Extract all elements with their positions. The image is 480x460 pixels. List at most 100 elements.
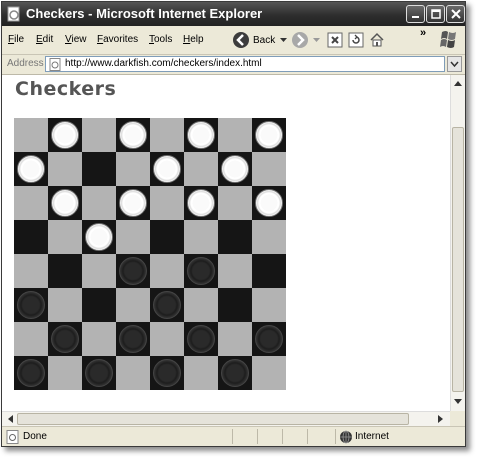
board-square[interactable] xyxy=(14,322,48,356)
board-square[interactable] xyxy=(252,288,286,322)
black-checker-piece[interactable] xyxy=(119,325,147,353)
board-square[interactable] xyxy=(82,118,116,152)
board-square[interactable] xyxy=(184,220,218,254)
board-square[interactable] xyxy=(48,356,82,390)
scroll-right-button[interactable] xyxy=(434,412,448,426)
board-square[interactable] xyxy=(252,322,286,356)
board-square[interactable] xyxy=(14,356,48,390)
title-bar[interactable]: Checkers - Microsoft Internet Explorer xyxy=(2,2,465,26)
board-square[interactable] xyxy=(252,152,286,186)
board-square[interactable] xyxy=(184,288,218,322)
menu-view[interactable]: View xyxy=(65,34,87,45)
board-square[interactable] xyxy=(82,186,116,220)
board-square[interactable] xyxy=(48,254,82,288)
board-square[interactable] xyxy=(14,152,48,186)
vertical-scroll-thumb[interactable] xyxy=(452,127,464,392)
board-square[interactable] xyxy=(218,118,252,152)
board-square[interactable] xyxy=(218,152,252,186)
board-square[interactable] xyxy=(48,186,82,220)
black-checker-piece[interactable] xyxy=(119,257,147,285)
board-square[interactable] xyxy=(252,186,286,220)
board-square[interactable] xyxy=(218,356,252,390)
board-square[interactable] xyxy=(218,220,252,254)
menu-file[interactable]: File xyxy=(8,34,24,45)
horizontal-scrollbar[interactable] xyxy=(2,411,450,427)
home-button[interactable] xyxy=(369,31,385,49)
black-checker-piece[interactable] xyxy=(85,359,113,387)
checkers-board[interactable] xyxy=(14,118,286,390)
black-checker-piece[interactable] xyxy=(17,359,45,387)
toolbar-overflow-chevron[interactable]: » xyxy=(420,27,426,39)
horizontal-scroll-thumb[interactable] xyxy=(17,413,409,425)
menu-favorites[interactable]: Favorites xyxy=(97,34,138,45)
board-square[interactable] xyxy=(48,288,82,322)
board-square[interactable] xyxy=(14,254,48,288)
board-square[interactable] xyxy=(184,152,218,186)
board-square[interactable] xyxy=(184,186,218,220)
board-square[interactable] xyxy=(48,118,82,152)
minimize-button[interactable] xyxy=(406,5,425,23)
black-checker-piece[interactable] xyxy=(153,359,181,387)
back-button[interactable]: Back xyxy=(232,31,288,49)
white-checker-piece[interactable] xyxy=(51,121,79,149)
board-square[interactable] xyxy=(116,186,150,220)
board-square[interactable] xyxy=(150,356,184,390)
board-square[interactable] xyxy=(218,288,252,322)
white-checker-piece[interactable] xyxy=(51,189,79,217)
forward-button[interactable] xyxy=(291,31,321,49)
scroll-down-button[interactable] xyxy=(451,395,465,409)
board-square[interactable] xyxy=(82,288,116,322)
menu-edit[interactable]: Edit xyxy=(36,34,53,45)
white-checker-piece[interactable] xyxy=(85,223,113,251)
board-square[interactable] xyxy=(48,220,82,254)
white-checker-piece[interactable] xyxy=(187,189,215,217)
board-square[interactable] xyxy=(184,356,218,390)
white-checker-piece[interactable] xyxy=(119,189,147,217)
black-checker-piece[interactable] xyxy=(255,325,283,353)
white-checker-piece[interactable] xyxy=(187,121,215,149)
board-square[interactable] xyxy=(150,322,184,356)
board-square[interactable] xyxy=(116,322,150,356)
scroll-up-button[interactable] xyxy=(451,76,465,90)
white-checker-piece[interactable] xyxy=(221,155,249,183)
board-square[interactable] xyxy=(218,186,252,220)
board-square[interactable] xyxy=(48,152,82,186)
board-square[interactable] xyxy=(184,322,218,356)
black-checker-piece[interactable] xyxy=(187,257,215,285)
address-input[interactable]: http://www.darkfish.com/checkers/index.h… xyxy=(45,56,445,72)
board-square[interactable] xyxy=(14,186,48,220)
black-checker-piece[interactable] xyxy=(51,325,79,353)
board-square[interactable] xyxy=(82,254,116,288)
white-checker-piece[interactable] xyxy=(119,121,147,149)
board-square[interactable] xyxy=(184,254,218,288)
board-square[interactable] xyxy=(252,220,286,254)
board-square[interactable] xyxy=(116,220,150,254)
board-square[interactable] xyxy=(14,288,48,322)
board-square[interactable] xyxy=(150,288,184,322)
white-checker-piece[interactable] xyxy=(17,155,45,183)
board-square[interactable] xyxy=(252,118,286,152)
maximize-button[interactable] xyxy=(426,5,445,23)
board-square[interactable] xyxy=(14,118,48,152)
board-square[interactable] xyxy=(150,152,184,186)
board-square[interactable] xyxy=(150,220,184,254)
menu-tools[interactable]: Tools xyxy=(149,34,172,45)
board-square[interactable] xyxy=(82,322,116,356)
board-square[interactable] xyxy=(14,220,48,254)
white-checker-piece[interactable] xyxy=(255,121,283,149)
board-square[interactable] xyxy=(150,254,184,288)
board-square[interactable] xyxy=(82,152,116,186)
stop-button[interactable] xyxy=(327,31,343,49)
black-checker-piece[interactable] xyxy=(187,325,215,353)
black-checker-piece[interactable] xyxy=(153,291,181,319)
board-square[interactable] xyxy=(116,254,150,288)
board-square[interactable] xyxy=(82,220,116,254)
board-square[interactable] xyxy=(218,254,252,288)
refresh-button[interactable] xyxy=(348,31,364,49)
menu-help[interactable]: Help xyxy=(183,34,204,45)
board-square[interactable] xyxy=(252,356,286,390)
white-checker-piece[interactable] xyxy=(153,155,181,183)
scroll-left-button[interactable] xyxy=(3,412,17,426)
board-square[interactable] xyxy=(150,186,184,220)
vertical-scrollbar[interactable] xyxy=(450,75,465,411)
